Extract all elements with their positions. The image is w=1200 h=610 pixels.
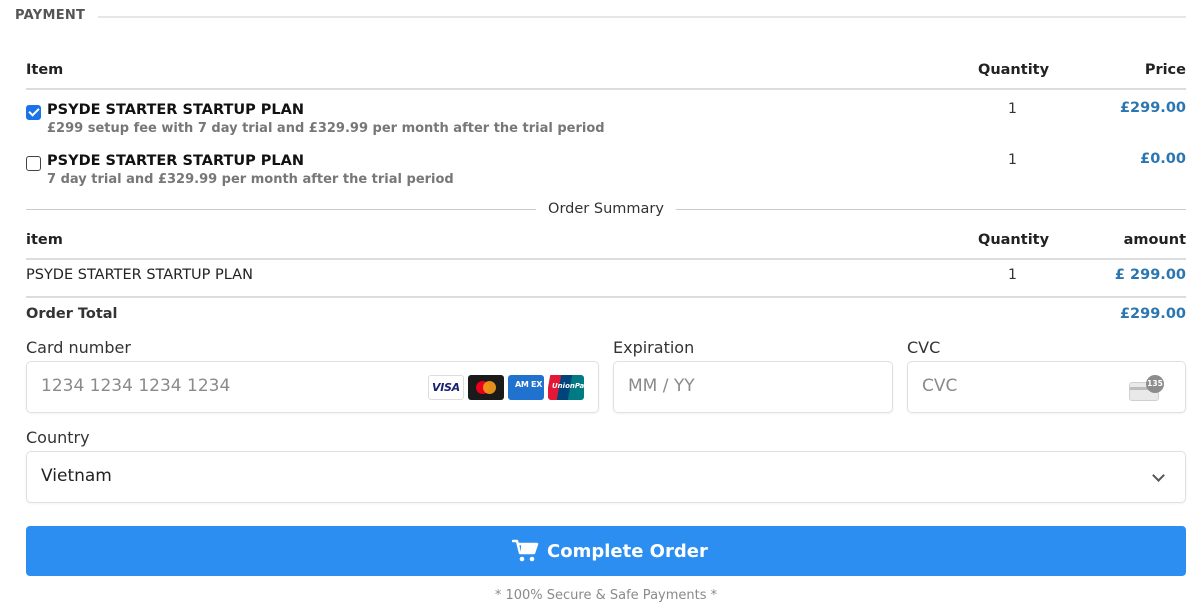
secure-payments-note: * 100% Secure & Safe Payments * xyxy=(494,588,718,603)
mastercard-icon xyxy=(468,375,504,400)
cvc-card-icon: 135 xyxy=(1129,375,1164,401)
order-summary-divider: Order Summary xyxy=(26,200,1186,220)
summary-header-rule xyxy=(26,258,1186,260)
unionpay-logo-text: UnionPay xyxy=(552,382,584,390)
summary-table-header: item Quantity amount xyxy=(26,232,1186,256)
summary-header-amount: amount xyxy=(1123,232,1186,248)
header-item: Item xyxy=(26,62,64,78)
complete-order-label: Complete Order xyxy=(547,541,708,562)
country-label: Country xyxy=(26,428,90,447)
card-brand-logos: VISA AM EX UnionPay xyxy=(428,375,584,401)
plan-description: £299 setup fee with 7 day trial and £329… xyxy=(47,121,605,136)
cvc-badge: 135 xyxy=(1146,375,1164,393)
cvc-label: CVC xyxy=(907,338,941,357)
card-number-input[interactable]: 1234 1234 1234 1234 VISA AM EX UnionPay xyxy=(26,361,599,413)
items-table-header: Item Quantity Price xyxy=(26,62,1186,86)
summary-item-quantity: 1 xyxy=(1008,267,1017,283)
order-total-amount: £299.00 xyxy=(1119,306,1186,322)
country-value: Vietnam xyxy=(41,466,112,486)
plan-price: £299.00 xyxy=(1119,100,1186,116)
plan-row[interactable]: PSYDE STARTER STARTUP PLAN 7 day trial a… xyxy=(26,151,1186,195)
summary-header-quantity: Quantity xyxy=(978,232,1050,248)
summary-item-amount: £ 299.00 xyxy=(1114,267,1186,283)
plan-row[interactable]: PSYDE STARTER STARTUP PLAN £299 setup fe… xyxy=(26,100,1186,144)
divider-line-right xyxy=(676,209,1186,210)
payment-section-header: PAYMENT xyxy=(0,0,1200,32)
plan-quantity: 1 xyxy=(1008,152,1017,168)
order-total-row: Order Total £299.00 xyxy=(26,306,1186,328)
header-quantity: Quantity xyxy=(978,62,1050,78)
complete-order-button[interactable]: Complete Order xyxy=(26,526,1186,576)
summary-item-name: PSYDE STARTER STARTUP PLAN xyxy=(26,267,253,283)
expiration-input[interactable]: MM / YY xyxy=(613,361,893,413)
visa-logo-text: VISA xyxy=(432,381,460,394)
order-total-label: Order Total xyxy=(26,306,118,322)
section-divider xyxy=(98,16,1186,18)
summary-header-item: item xyxy=(26,232,63,248)
expiration-label: Expiration xyxy=(613,338,695,357)
chevron-down-icon[interactable] xyxy=(1152,469,1165,482)
plan-checkbox-1[interactable] xyxy=(26,105,41,120)
summary-row: PSYDE STARTER STARTUP PLAN 1 £ 299.00 xyxy=(26,267,1186,291)
section-title: PAYMENT xyxy=(15,8,86,23)
unionpay-icon: UnionPay xyxy=(548,375,584,400)
cvc-placeholder: CVC xyxy=(922,376,958,396)
cvc-input[interactable]: CVC 135 xyxy=(907,361,1186,413)
amex-logo-text: AM EX xyxy=(515,380,543,389)
plan-price: £0.00 xyxy=(1140,151,1186,167)
plan-description: 7 day trial and £329.99 per month after … xyxy=(47,172,454,187)
plan-name: PSYDE STARTER STARTUP PLAN xyxy=(47,102,305,118)
cart-icon xyxy=(512,539,539,562)
header-price: Price xyxy=(1144,62,1186,78)
visa-icon: VISA xyxy=(428,375,464,400)
items-header-rule xyxy=(26,88,1186,90)
plan-name: PSYDE STARTER STARTUP PLAN xyxy=(47,153,305,169)
card-number-label: Card number xyxy=(26,338,131,357)
amex-icon: AM EX xyxy=(508,375,544,400)
plan-checkbox-2[interactable] xyxy=(26,156,41,171)
expiration-placeholder: MM / YY xyxy=(628,376,695,396)
country-select[interactable]: Vietnam xyxy=(26,451,1186,503)
summary-total-rule xyxy=(26,296,1186,298)
plan-quantity: 1 xyxy=(1008,101,1017,117)
card-number-placeholder: 1234 1234 1234 1234 xyxy=(41,376,231,396)
